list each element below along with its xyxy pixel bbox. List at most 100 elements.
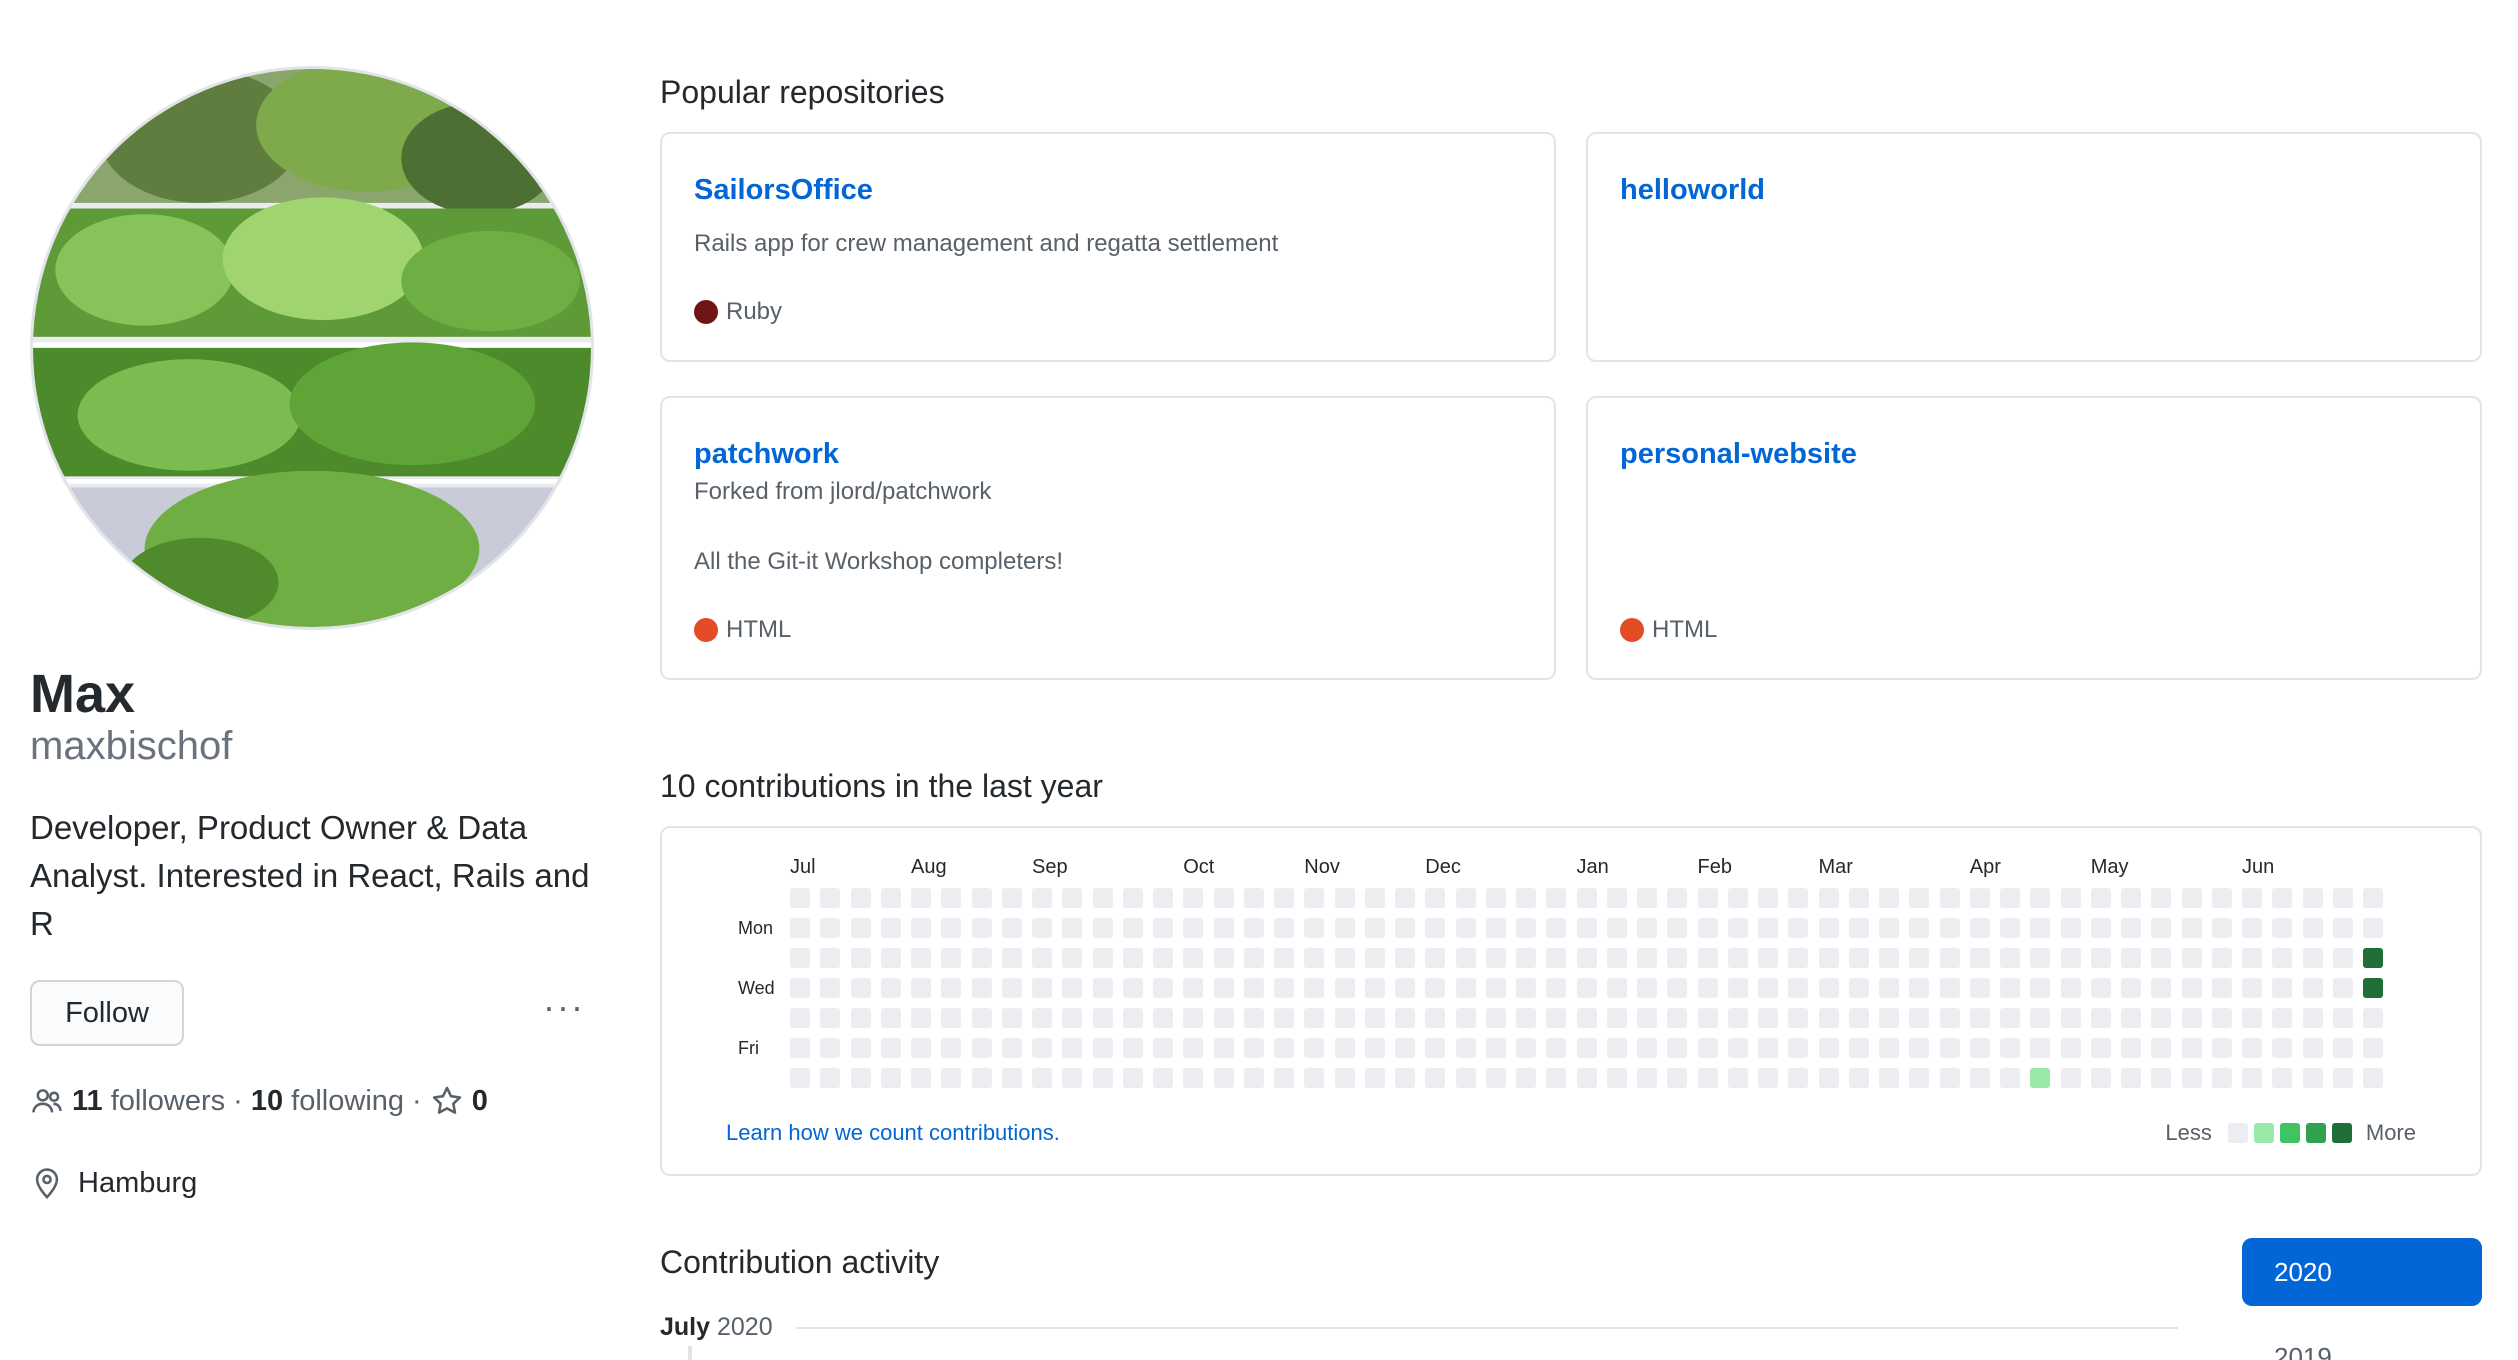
contribution-day-cell[interactable]: [2332, 978, 2353, 998]
contribution-day-cell[interactable]: [2060, 1068, 2081, 1088]
contribution-day-cell[interactable]: [1455, 918, 1476, 938]
contribution-day-cell[interactable]: [971, 888, 992, 908]
contribution-day-cell[interactable]: [2242, 918, 2262, 938]
contribution-day-cell[interactable]: [1274, 918, 1294, 938]
contribution-day-cell[interactable]: [1788, 1008, 1809, 1028]
contribution-day-cell[interactable]: [2272, 1038, 2293, 1058]
contribution-day-cell[interactable]: [880, 978, 901, 998]
contribution-day-cell[interactable]: [1939, 888, 1960, 908]
contribution-day-cell[interactable]: [1516, 1038, 1536, 1058]
contribution-day-cell[interactable]: [1032, 1038, 1052, 1058]
contribution-day-cell[interactable]: [1576, 1068, 1597, 1088]
contribution-day-cell[interactable]: [1485, 888, 1506, 908]
contribution-day-cell[interactable]: [790, 1038, 810, 1058]
contribution-day-cell[interactable]: [2272, 978, 2293, 998]
contribution-day-cell[interactable]: [1395, 1068, 1415, 1088]
contribution-day-cell[interactable]: [880, 1068, 901, 1088]
contribution-day-cell[interactable]: [1425, 918, 1446, 938]
contribution-day-cell[interactable]: [1213, 1008, 1234, 1028]
year-filter-2020[interactable]: 2020: [2242, 1238, 2482, 1306]
contribution-day-cell[interactable]: [1727, 978, 1748, 998]
contribution-day-cell[interactable]: [1637, 1038, 1657, 1058]
contribution-day-cell[interactable]: [2060, 1008, 2081, 1028]
contribution-day-cell[interactable]: [1879, 888, 1899, 908]
contribution-day-cell[interactable]: [911, 1008, 931, 1028]
following-link[interactable]: 10 following: [251, 1078, 404, 1124]
contribution-day-cell[interactable]: [790, 918, 810, 938]
contribution-day-cell[interactable]: [1334, 918, 1355, 938]
contribution-day-cell[interactable]: [1001, 1068, 1022, 1088]
contribution-day-cell[interactable]: [1364, 888, 1385, 908]
contribution-day-cell[interactable]: [850, 1038, 871, 1058]
contribution-day-cell[interactable]: [1879, 978, 1899, 998]
contribution-day-cell[interactable]: [1304, 948, 1325, 968]
repo-link[interactable]: SailorsOffice: [694, 170, 873, 210]
contribution-day-cell[interactable]: [1304, 978, 1325, 998]
contribution-day-cell[interactable]: [850, 1068, 871, 1088]
contribution-day-cell[interactable]: [1395, 918, 1415, 938]
more-options-button[interactable]: ···: [540, 989, 588, 1036]
contribution-day-cell[interactable]: [1274, 1038, 1294, 1058]
contribution-day-cell[interactable]: [2060, 918, 2081, 938]
contribution-day-cell[interactable]: [1183, 918, 1204, 938]
contribution-day-cell[interactable]: [1516, 1008, 1536, 1028]
contribution-day-cell[interactable]: [1727, 918, 1748, 938]
contribution-day-cell[interactable]: [941, 1068, 962, 1088]
contribution-day-cell[interactable]: [941, 1008, 962, 1028]
contribution-day-cell[interactable]: [1546, 1038, 1567, 1058]
contribution-day-cell[interactable]: [971, 1038, 992, 1058]
contribution-day-cell[interactable]: [1425, 948, 1446, 968]
contribution-day-cell[interactable]: [2090, 1008, 2111, 1028]
contribution-day-cell[interactable]: [2363, 888, 2383, 908]
contribution-day-cell[interactable]: [2272, 1008, 2293, 1028]
contribution-day-cell[interactable]: [1939, 918, 1960, 938]
contribution-day-cell[interactable]: [1637, 948, 1657, 968]
contribution-day-cell[interactable]: [1969, 948, 1990, 968]
contribution-day-cell[interactable]: [1334, 948, 1355, 968]
contribution-day-cell[interactable]: [1032, 948, 1052, 968]
contribution-day-cell[interactable]: [941, 978, 962, 998]
contribution-day-cell[interactable]: [1334, 978, 1355, 998]
contribution-day-cell[interactable]: [790, 888, 810, 908]
contribution-day-cell[interactable]: [1062, 1068, 1083, 1088]
contribution-day-cell[interactable]: [2030, 1008, 2051, 1028]
contribution-day-cell[interactable]: [2242, 1008, 2262, 1028]
contribution-day-cell[interactable]: [1062, 1008, 1083, 1028]
contribution-day-cell[interactable]: [1485, 948, 1506, 968]
contribution-day-cell[interactable]: [1969, 918, 1990, 938]
contribution-day-cell[interactable]: [1274, 1008, 1294, 1028]
contribution-day-cell[interactable]: [1788, 918, 1809, 938]
contribution-day-cell[interactable]: [2090, 978, 2111, 998]
contribution-day-cell[interactable]: [2272, 888, 2293, 908]
contribution-day-cell[interactable]: [1032, 978, 1052, 998]
contribution-day-cell[interactable]: [1939, 948, 1960, 968]
contribution-day-cell[interactable]: [1637, 978, 1657, 998]
contribution-day-cell[interactable]: [2363, 1038, 2383, 1058]
contribution-day-cell[interactable]: [2060, 888, 2081, 908]
contribution-day-cell[interactable]: [2000, 978, 2020, 998]
contribution-day-cell[interactable]: [2121, 1068, 2141, 1088]
contribution-day-cell[interactable]: [1848, 918, 1869, 938]
contribution-day-cell[interactable]: [2151, 1068, 2172, 1088]
contribution-day-cell[interactable]: [1727, 1038, 1748, 1058]
contribution-day-cell[interactable]: [820, 1008, 841, 1028]
contribution-day-cell[interactable]: [2302, 888, 2323, 908]
repo-link[interactable]: patchwork: [694, 434, 839, 474]
contribution-day-cell[interactable]: [1364, 1068, 1385, 1088]
contribution-day-cell[interactable]: [1546, 1008, 1567, 1028]
contribution-day-cell[interactable]: [1667, 918, 1688, 938]
contribution-day-cell[interactable]: [790, 948, 810, 968]
contribution-day-cell[interactable]: [790, 978, 810, 998]
contribution-day-cell[interactable]: [1092, 1068, 1113, 1088]
contribution-day-cell[interactable]: [1395, 1038, 1415, 1058]
contribution-day-cell[interactable]: [1334, 1038, 1355, 1058]
contribution-day-cell[interactable]: [1455, 888, 1476, 908]
contribution-day-cell[interactable]: [1455, 1068, 1476, 1088]
contribution-day-cell[interactable]: [2000, 1038, 2020, 1058]
contribution-day-cell[interactable]: [1818, 888, 1839, 908]
contribution-day-cell[interactable]: [2363, 918, 2383, 938]
contribution-day-cell[interactable]: [1213, 888, 1234, 908]
contribution-day-cell[interactable]: [1274, 948, 1294, 968]
contribution-day-cell[interactable]: [911, 888, 931, 908]
contribution-day-cell[interactable]: [1364, 1038, 1385, 1058]
